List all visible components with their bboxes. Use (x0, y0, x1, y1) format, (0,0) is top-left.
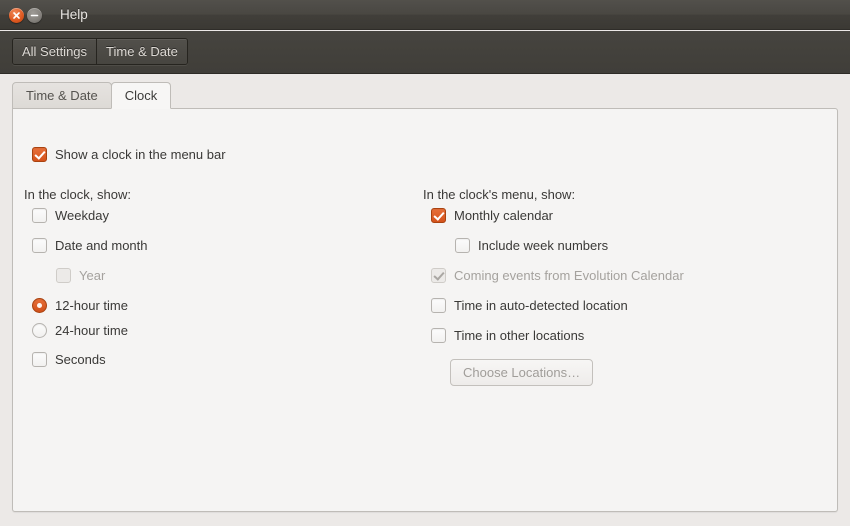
time-and-date-button[interactable]: Time & Date (96, 39, 187, 64)
weekday-label: Weekday (55, 208, 109, 223)
show-clock-in-menu-bar-label: Show a clock in the menu bar (55, 147, 226, 162)
seconds-label: Seconds (55, 352, 106, 367)
choose-locations-button[interactable]: Choose Locations… (450, 359, 594, 386)
include-week-numbers-row[interactable]: Include week numbers (455, 238, 608, 253)
seconds-checkbox[interactable] (32, 352, 47, 367)
clock-tab-panel: Show a clock in the menu bar In the cloc… (12, 108, 838, 512)
12-hour-time-label: 12-hour time (55, 298, 128, 313)
monthly-calendar-label: Monthly calendar (454, 208, 553, 223)
application-window: Help All Settings Time & Date Time & Dat… (0, 0, 850, 526)
tab-strip: Time & Date Clock (12, 82, 838, 109)
close-icon[interactable] (9, 8, 24, 23)
24-hour-time-label: 24-hour time (55, 323, 128, 338)
time-auto-detected-location-row[interactable]: Time in auto-detected location (431, 298, 628, 313)
tab-time-and-date[interactable]: Time & Date (12, 82, 112, 109)
show-clock-in-menu-bar-checkbox[interactable] (32, 147, 47, 162)
coming-events-evolution-label: Coming events from Evolution Calendar (454, 268, 684, 283)
title-bar: Help (0, 0, 850, 30)
time-other-locations-checkbox[interactable] (431, 328, 446, 343)
weekday-row[interactable]: Weekday (32, 208, 109, 223)
show-clock-in-menu-bar-row[interactable]: Show a clock in the menu bar (32, 147, 226, 162)
date-and-month-checkbox[interactable] (32, 238, 47, 253)
date-and-month-label: Date and month (55, 238, 148, 253)
monthly-calendar-row[interactable]: Monthly calendar (431, 208, 553, 223)
include-week-numbers-checkbox[interactable] (455, 238, 470, 253)
in-the-clock-show-label: In the clock, show: (24, 187, 131, 202)
time-auto-detected-location-label: Time in auto-detected location (454, 298, 628, 313)
monthly-calendar-checkbox[interactable] (431, 208, 446, 223)
year-row: Year (56, 268, 105, 283)
year-label: Year (79, 268, 106, 283)
weekday-checkbox[interactable] (32, 208, 47, 223)
time-other-locations-label: Time in other locations (454, 328, 585, 343)
include-week-numbers-label: Include week numbers (478, 238, 609, 253)
12-hour-time-row[interactable]: 12-hour time (32, 298, 128, 313)
time-auto-detected-location-checkbox[interactable] (431, 298, 446, 313)
all-settings-button[interactable]: All Settings (13, 39, 97, 64)
24-hour-time-radio[interactable] (32, 323, 47, 338)
12-hour-time-radio[interactable] (32, 298, 47, 313)
window-title: Help (60, 7, 88, 22)
toolbar: All Settings Time & Date (0, 31, 850, 74)
minimize-icon[interactable] (27, 8, 42, 23)
coming-events-evolution-row: Coming events from Evolution Calendar (431, 268, 684, 283)
toolbar-button-group: All Settings Time & Date (12, 38, 188, 65)
time-other-locations-row[interactable]: Time in other locations (431, 328, 584, 343)
coming-events-evolution-checkbox (431, 268, 446, 283)
tab-clock[interactable]: Clock (110, 82, 172, 109)
in-the-clocks-menu-show-label: In the clock's menu, show: (423, 187, 576, 202)
24-hour-time-row[interactable]: 24-hour time (32, 323, 128, 338)
seconds-row[interactable]: Seconds (32, 352, 106, 367)
year-checkbox (56, 268, 71, 283)
settings-notebook: Time & Date Clock Show a clock in the me… (12, 82, 838, 512)
date-and-month-row[interactable]: Date and month (32, 238, 148, 253)
